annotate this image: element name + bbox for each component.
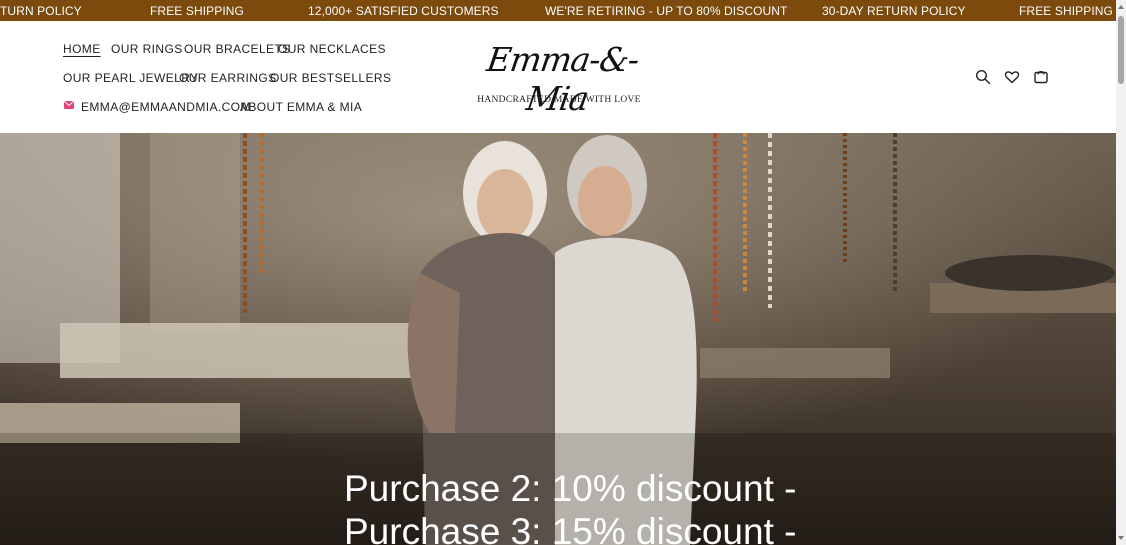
vertical-scrollbar[interactable] xyxy=(1116,0,1126,545)
scroll-thumb[interactable] xyxy=(1118,16,1124,84)
envelope-icon xyxy=(64,101,74,109)
announcement-item: TURN POLICY xyxy=(0,4,82,18)
nav-earrings[interactable]: OUR EARRINGS xyxy=(179,71,276,85)
announcement-item: 30-DAY RETURN POLICY xyxy=(822,4,966,18)
search-icon[interactable] xyxy=(975,69,991,85)
heart-icon[interactable] xyxy=(1004,69,1020,85)
nav-email[interactable]: EMMA@EMMAANDMIA.COM xyxy=(81,100,251,114)
nav-home[interactable]: HOME xyxy=(63,42,101,56)
nav-bracelets[interactable]: OUR BRACELETS xyxy=(184,42,291,56)
hero-promo-line-2: Purchase 3: 15% discount - xyxy=(344,511,797,545)
hero-promo-line-1: Purchase 2: 10% discount - xyxy=(344,468,797,509)
logo-wordmark: Emma-&-Mia xyxy=(484,40,641,118)
nav-bestsellers[interactable]: OUR BESTSELLERS xyxy=(270,71,391,85)
scroll-down-arrow[interactable] xyxy=(1116,531,1126,545)
announcement-item: WE'RE RETIRING - UP TO 80% DISCOUNT xyxy=(545,4,788,18)
cart-icon[interactable] xyxy=(1033,68,1049,84)
announcement-bar: TURN POLICY FREE SHIPPING 12,000+ SATISF… xyxy=(0,0,1116,21)
announcement-item: 12,000+ SATISFIED CUSTOMERS xyxy=(308,4,499,18)
announcement-item: FREE SHIPPING xyxy=(150,4,244,18)
nav-rings[interactable]: OUR RINGS xyxy=(111,42,183,56)
logo-tagline: HANDCRAFTED MADE WITH LOVE xyxy=(477,95,641,105)
nav-necklaces[interactable]: OUR NECKLACES xyxy=(278,42,386,56)
scroll-up-arrow[interactable] xyxy=(1116,0,1126,14)
nav-about[interactable]: ABOUT EMMA & MIA xyxy=(240,100,362,114)
hero-banner: Purchase 2: 10% discount - Purchase 3: 1… xyxy=(0,133,1116,545)
announcement-item: FREE SHIPPING xyxy=(1019,4,1113,18)
